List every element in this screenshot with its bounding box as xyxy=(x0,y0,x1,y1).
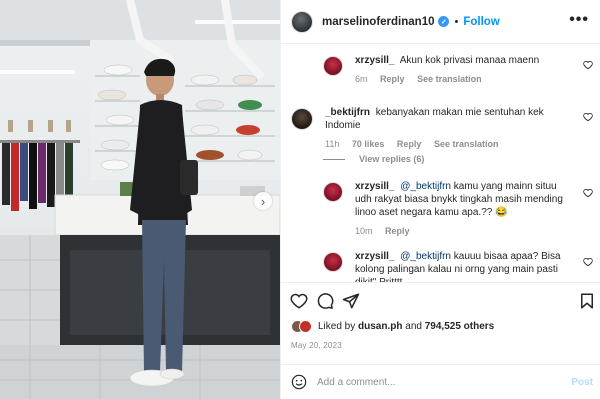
share-icon[interactable] xyxy=(342,292,360,310)
like-comment-heart-icon[interactable] xyxy=(583,112,593,122)
like-comment-heart-icon[interactable] xyxy=(583,60,593,70)
reply-button[interactable]: Reply xyxy=(380,74,405,84)
like-comment-heart-icon[interactable] xyxy=(583,188,593,198)
reply-button[interactable]: Reply xyxy=(385,226,410,236)
liked-by-joiner: and xyxy=(405,321,422,332)
comment-item: xrzysill_ @_bektijfrn kauuu bisaa apaa? … xyxy=(323,250,583,282)
carousel-next-button[interactable]: › xyxy=(254,192,272,210)
chevron-right-icon: › xyxy=(260,193,266,209)
post-photo: › xyxy=(0,0,280,399)
liked-by-user[interactable]: dusan.ph xyxy=(358,321,402,332)
post-comment-button[interactable]: Post xyxy=(571,377,593,388)
comment-username[interactable]: xrzysill_ xyxy=(355,55,394,66)
bookmark-icon[interactable] xyxy=(578,292,596,310)
store-scene-image xyxy=(0,0,280,399)
replies-divider-line xyxy=(323,158,345,160)
comment-time: 11h xyxy=(325,139,340,149)
liker-avatar xyxy=(299,320,312,333)
post-date: May 20, 2023 xyxy=(291,341,342,350)
comment-item: xrzysill_ @_bektijfrn kamu yang mainn si… xyxy=(323,180,583,238)
like-comment-heart-icon[interactable] xyxy=(583,257,593,267)
author-avatar[interactable] xyxy=(291,10,313,33)
verified-icon: ✓ xyxy=(438,16,450,27)
separator-dot: • xyxy=(454,15,459,28)
comment-mention[interactable]: @_bektijfrn xyxy=(400,181,451,192)
comment-mention[interactable]: @_bektijfrn xyxy=(400,251,451,262)
commenter-avatar[interactable] xyxy=(323,252,343,272)
comment-time: 6m xyxy=(355,74,368,84)
reply-button[interactable]: Reply xyxy=(397,139,422,149)
comment-time: 10m xyxy=(355,226,373,236)
comment-item: xrzysill_ Akun kok privasi manaa maenn 6… xyxy=(323,54,583,86)
likes-summary: Liked by dusan.ph and 794,525 others xyxy=(291,320,494,333)
add-comment-bar: Post xyxy=(281,364,600,399)
likes-count[interactable]: 794,525 others xyxy=(425,321,495,332)
commenter-avatar[interactable] xyxy=(291,108,313,130)
commenter-avatar[interactable] xyxy=(323,56,343,76)
commenter-avatar[interactable] xyxy=(323,182,343,202)
author-username[interactable]: marselinoferdinan10 xyxy=(322,16,434,28)
comment-username[interactable]: xrzysill_ xyxy=(355,181,394,192)
liked-by-label: Liked by xyxy=(318,321,356,332)
more-options-icon[interactable]: ••• xyxy=(569,11,589,29)
view-replies-button[interactable]: View replies (6) xyxy=(323,154,424,164)
comments-list[interactable]: xrzysill_ Akun kok privasi manaa maenn 6… xyxy=(281,44,600,282)
follow-button[interactable]: Follow xyxy=(463,16,499,28)
post-header: marselinoferdinan10 ✓ • Follow ••• xyxy=(281,0,600,44)
see-translation-button[interactable]: See translation xyxy=(434,139,499,149)
add-comment-input[interactable] xyxy=(317,376,567,388)
comment-text: Akun kok privasi manaa maenn xyxy=(399,55,540,66)
view-replies-label: View replies (6) xyxy=(359,154,425,164)
heart-icon[interactable] xyxy=(290,292,308,310)
see-translation-button[interactable]: See translation xyxy=(417,74,482,84)
post-details-panel: marselinoferdinan10 ✓ • Follow ••• xrzys… xyxy=(280,0,600,399)
comment-item: _bektijfrn kebanyakan makan mie sentuhan… xyxy=(291,106,581,151)
comment-icon[interactable] xyxy=(316,292,334,310)
comment-username[interactable]: _bektijfrn xyxy=(325,107,370,118)
comment-likes-count[interactable]: 70 likes xyxy=(352,139,385,149)
comment-username[interactable]: xrzysill_ xyxy=(355,251,394,262)
post-action-bar xyxy=(281,282,600,318)
emoji-icon[interactable] xyxy=(291,374,307,390)
